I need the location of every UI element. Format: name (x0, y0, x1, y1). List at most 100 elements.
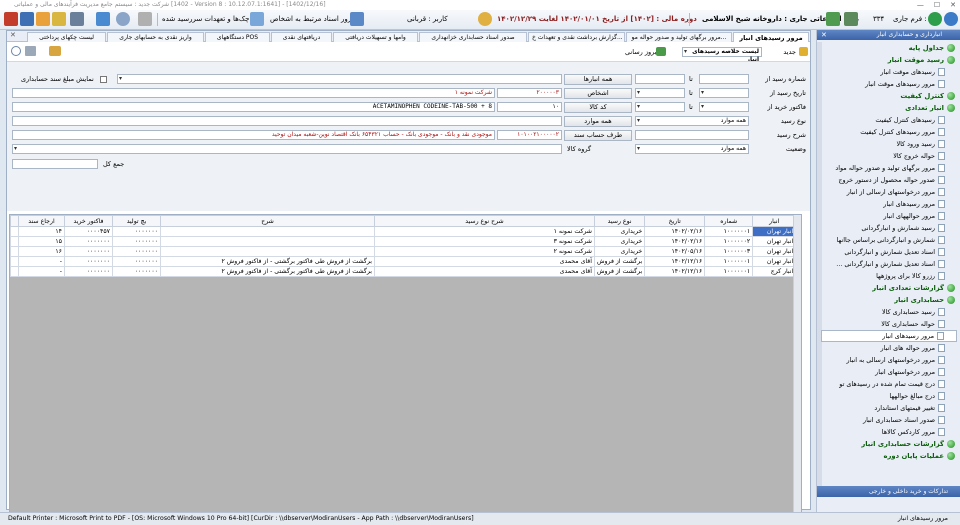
sidebar-item[interactable]: درج مبالغ حوالهها (821, 390, 957, 402)
person-code-input[interactable]: ۲۰۰۰۰۰۳ (497, 88, 562, 98)
col-warehouse[interactable]: انبار (752, 215, 797, 227)
sidebar-item[interactable]: اسناد تعدیل شمارش و انبارگردانی ... (821, 258, 957, 270)
minimize-button[interactable]: — (917, 0, 924, 10)
sidebar-item[interactable]: مرور درخواستهای ارسالی از انبار (821, 186, 957, 198)
person-name-input[interactable]: شرکت نمونه ۱ (12, 88, 495, 98)
sidebar-item[interactable]: رسید موقت انبار (821, 54, 957, 66)
col-reference[interactable]: ارجاع سند (18, 215, 65, 227)
tab-production[interactable]: مرور برگهای تولید و صدور حواله مو... (626, 32, 732, 42)
sidebar-close-icon[interactable]: ✕ (821, 30, 827, 40)
power-icon[interactable] (928, 12, 942, 26)
receipt-date-to[interactable] (635, 88, 685, 98)
sidebar-item[interactable]: صدور اسناد حسابداری انبار (821, 414, 957, 426)
goods-group-select[interactable] (12, 144, 562, 154)
sidebar-item[interactable]: مرور برگهای تولید و صدور حواله مواد (821, 162, 957, 174)
status-select[interactable]: همه موارد (635, 144, 749, 154)
col-type-desc[interactable]: شرح نوع رسید (374, 215, 595, 227)
show-amount-checkbox[interactable] (100, 76, 107, 83)
keyboard-icon[interactable] (70, 12, 84, 26)
sidebar-item[interactable]: انبار تعدادی (821, 102, 957, 114)
persons-button[interactable]: اشخاص (564, 88, 632, 99)
invoice-to[interactable] (635, 102, 685, 112)
sidebar-item[interactable]: حسابداری انبار (821, 294, 957, 306)
print-icon[interactable] (25, 46, 36, 56)
sidebar-item[interactable]: مرور درخواستهای ارسالی به انبار (821, 354, 957, 366)
sidebar-item[interactable]: گزارشات تعدادی انبار (821, 282, 957, 294)
col-date[interactable]: تاریخ (644, 215, 706, 227)
tab-pos[interactable]: دستگاههای POS (205, 32, 270, 42)
sidebar-item[interactable]: رسیدهای موقت انبار (821, 66, 957, 78)
sidebar-item[interactable]: جداول پایه (821, 42, 957, 54)
col-type[interactable]: نوع رسید (593, 215, 646, 227)
sidebar-item[interactable]: مرور رسیدهای موقت انبار (821, 78, 957, 90)
review-docs-button[interactable]: مرور اسناد مرتبط به اشخاص (270, 15, 355, 23)
tab-cash-report[interactable]: گزارش برداشت نقدی و تعهدات خ... (528, 32, 625, 42)
col-number[interactable]: شماره (704, 215, 754, 227)
user-icon[interactable] (20, 12, 34, 26)
sidebar-item[interactable]: کنترل کیفیت (821, 90, 957, 102)
sidebar-item[interactable]: رسید حسابداری کالا (821, 306, 957, 318)
sidebar-footer[interactable]: تدارکات و خرید داخلی و خارجی (817, 486, 960, 497)
sidebar-item[interactable]: اسناد تعدیل شمارش و انبارگردانی (821, 246, 957, 258)
goods-code-button[interactable]: کد کالا (564, 102, 632, 113)
warehouses-button[interactable]: همه انبارها (564, 74, 632, 85)
refresh-icon[interactable] (656, 47, 666, 56)
calc-icon[interactable] (36, 12, 50, 26)
refresh-button[interactable]: بروز رسانی (625, 48, 657, 56)
calendar-icon[interactable] (96, 12, 110, 26)
sidebar-item[interactable]: صدور حواله محصول از دستور خروج (821, 174, 957, 186)
tab-cheques-list[interactable]: لیست چکهای پرداختی (27, 32, 106, 42)
close-button[interactable]: ✕ (950, 0, 956, 10)
receipt-date-from[interactable] (699, 88, 749, 98)
search-icon[interactable] (116, 12, 130, 26)
sidebar-item[interactable]: مرور رسیدهای کنترل کیفیت (821, 126, 957, 138)
sidebar-item[interactable]: حواله حسابداری کالا (821, 318, 957, 330)
people-icon[interactable] (49, 46, 61, 56)
warehouses-select[interactable] (117, 74, 562, 84)
receipt-no-to[interactable] (635, 74, 685, 84)
table-row[interactable]: ۱۶ ۰۰۰۰۰۰۰ ۰۰۰۰۰۰۰ شرکت نمونه ۲ خریداری ۱۴۰۲/… (10, 246, 797, 257)
sidebar-item[interactable]: رزرو کالا برای پروژهها (821, 270, 957, 282)
new-icon[interactable] (799, 47, 808, 56)
sidebar-item[interactable]: رسید ورود کالا (821, 138, 957, 150)
sidebar-item[interactable]: رسیدهای کنترل کیفیت (821, 114, 957, 126)
all-items-button[interactable]: همه موارد (564, 116, 632, 127)
report-select[interactable]: لیست خلاصه رسیدهای انبار (682, 47, 762, 63)
table-row[interactable]: ۱۵ ۰۰۰۰۰۰۰ ۰۰۰۰۰۰۰ شرکت نمونه ۳ خریداری ۱۴۰۲/… (10, 236, 797, 247)
sidebar-item[interactable]: مرور کاردکس کالاها (821, 426, 957, 438)
account-button[interactable]: طرف حساب سند (564, 130, 632, 141)
tab-deposits[interactable]: واریز نقدی به حسابهای جاری (107, 32, 204, 42)
sidebar-item[interactable]: مرور درخواستهای انبار (821, 366, 957, 378)
sidebar-item[interactable]: رسید شمارش و انبارگردانی (821, 222, 957, 234)
goods-name-input[interactable]: ACETAMINOPHEN CODEINE-TAB-500 + 8 (12, 102, 495, 112)
sidebar-item[interactable]: درج قیمت تمام شده در رسیدهای تو (821, 378, 957, 390)
sidebar-item[interactable]: گزارشات حسابداری انبار (821, 438, 957, 450)
sidebar-item[interactable]: مرور حوالههای انبار (821, 210, 957, 222)
invoice-from[interactable] (699, 102, 749, 112)
goods-code-input[interactable]: ۱۰ (497, 102, 562, 112)
sidebar-item[interactable]: مرور حواله های انبار (821, 342, 957, 354)
tab-treasury-docs[interactable]: صدور اسناد حسابداری خزانهداری (419, 32, 527, 42)
receipt-no-from[interactable] (699, 74, 749, 84)
sidebar-item[interactable]: مرور رسیدهای انبار (821, 198, 957, 210)
info-icon[interactable] (944, 12, 958, 26)
maximize-button[interactable]: ☐ (934, 0, 940, 10)
tab-receipts-review[interactable]: مرور رسیدهای انبار (733, 32, 809, 42)
col-invoice[interactable]: فاکتور خرید (64, 215, 113, 227)
new-button[interactable]: جدید (783, 48, 796, 56)
account-name-input[interactable]: موجودی نقد و بانک - موجودی بانک - حساب ۶… (12, 130, 495, 140)
lock-icon[interactable] (52, 12, 66, 26)
stop-icon[interactable] (138, 12, 152, 26)
grid-scrollbar[interactable] (793, 215, 801, 525)
sidebar-item[interactable]: حواله خروج کالا (821, 150, 957, 162)
desc-input[interactable] (635, 130, 749, 140)
table-row[interactable]: ۱۴ ۰۰۰۰۴۵۷ ۰۰۰۰۰۰۰ شرکت نمونه ۱ خریداری ۱۴۰۲/… (10, 226, 797, 237)
account-code-input[interactable]: ۱۰۱۰۰۲۱۰۰۰۰۰۲ (497, 130, 562, 140)
sidebar-item[interactable]: شمارش و انبارگردانی براساس جاانها (821, 234, 957, 246)
receipt-type-select[interactable]: همه موارد (635, 116, 749, 126)
exit-icon[interactable] (4, 12, 18, 26)
close-tab-icon[interactable]: ✕ (10, 31, 16, 39)
tab-loans[interactable]: وامها و تسهیلات دریافتی (333, 32, 418, 42)
cheques-button[interactable]: چک‌ها و تعهدات سررسید شده (162, 15, 249, 23)
all-items-input[interactable] (12, 116, 562, 126)
